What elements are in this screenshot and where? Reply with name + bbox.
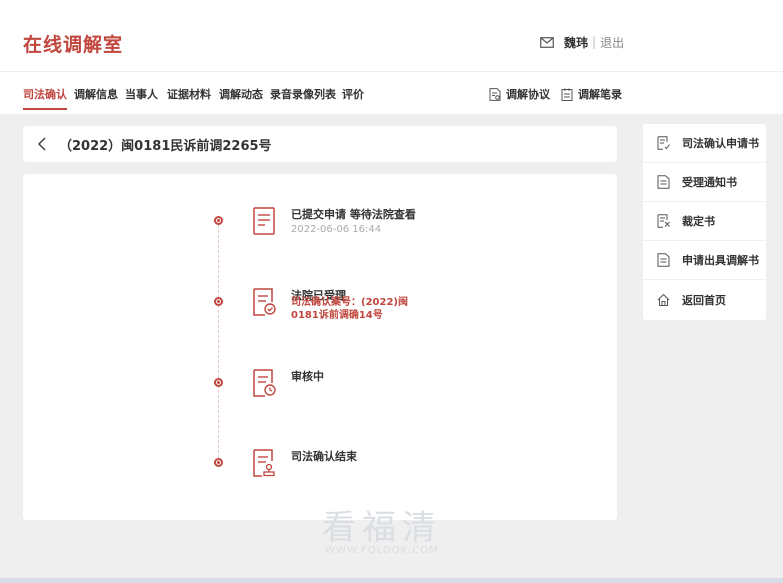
side-item-confirmation-application[interactable]: 司法确认申请书 [643, 124, 766, 163]
side-item-label: 返回首页 [682, 293, 726, 307]
document-check-icon [657, 214, 670, 228]
progress-timeline: 已提交申请 等待法院查看 2022-06-06 16:44 法院已受理 司法确认… [23, 174, 617, 520]
tab-mediation-updates[interactable]: 调解动态 [219, 86, 263, 102]
side-item-label: 受理通知书 [682, 176, 737, 189]
mediation-agreement-button[interactable]: 调解协议 [489, 86, 550, 102]
logout-link[interactable]: 退出 [600, 34, 624, 51]
mail-icon[interactable] [540, 36, 554, 48]
app-title: 在线调解室 [23, 34, 124, 56]
tab-recordings[interactable]: 录音录像列表 [270, 86, 336, 102]
side-item-label: 申请出具调解书 [682, 254, 759, 267]
mediation-transcript-label: 调解笔录 [578, 88, 622, 101]
document-stamp-icon [253, 449, 275, 477]
document-check-icon [253, 288, 276, 316]
mediation-agreement-label: 调解协议 [506, 88, 550, 101]
side-item-return-home[interactable]: 返回首页 [643, 280, 766, 319]
timeline-line [218, 220, 219, 463]
top-header: 在线调解室 魏玮 | 退出 [0, 0, 783, 72]
timeline-dot [214, 458, 223, 467]
side-item-ruling[interactable]: 裁定书 [643, 202, 766, 241]
document-icon [253, 207, 275, 235]
document-clock-icon [253, 369, 276, 397]
user-area: 魏玮 | 退出 [540, 34, 624, 50]
step-title: 司法确认结束 [291, 450, 357, 463]
tab-judicial-confirmation[interactable]: 司法确认 [23, 86, 67, 110]
tab-parties[interactable]: 当事人 [125, 86, 158, 102]
side-item-label: 司法确认申请书 [682, 137, 759, 150]
tab-bar: 司法确认 调解信息 当事人 证据材料 调解动态 录音录像列表 评价 调解协议 调… [0, 72, 783, 114]
timeline-dot [214, 216, 223, 225]
separator: | [592, 35, 597, 49]
mediation-transcript-button[interactable]: 调解笔录 [561, 86, 622, 102]
case-number-title: （2022）闽0181民诉前调2265号 [59, 138, 272, 154]
step-case-number: 司法确认案号：(2022)闽0181诉前调确14号 [291, 296, 421, 322]
agreement-doc-icon [489, 87, 501, 101]
home-icon [657, 293, 670, 306]
step-time: 2022-06-06 16:44 [291, 224, 382, 235]
tab-evidence[interactable]: 证据材料 [167, 86, 211, 102]
timeline-dot [214, 297, 223, 306]
watermark-url: WWW.FQLOOK.COM [325, 545, 439, 556]
document-edit-icon [657, 136, 670, 150]
side-item-acceptance-notice[interactable]: 受理通知书 [643, 163, 766, 202]
transcript-doc-icon [561, 88, 573, 101]
tab-evaluation[interactable]: 评价 [342, 86, 364, 102]
timeline-dot [214, 378, 223, 387]
step-title: 已提交申请 等待法院查看 [291, 208, 416, 221]
side-item-label: 裁定书 [682, 215, 715, 228]
user-name[interactable]: 魏玮 [564, 34, 588, 51]
step-title: 审核中 [291, 370, 324, 383]
document-icon [657, 175, 670, 189]
case-number-label: 司法确认案号： [291, 297, 361, 308]
document-side-menu: 司法确认申请书 受理通知书 裁定书 申请出具调解书 返回首页 [643, 124, 766, 320]
side-item-request-mediation-document[interactable]: 申请出具调解书 [643, 241, 766, 280]
document-icon [657, 253, 670, 267]
back-arrow-icon[interactable] [37, 137, 49, 151]
bottom-strip [0, 578, 783, 583]
case-header: （2022）闽0181民诉前调2265号 [23, 126, 617, 162]
tab-mediation-info[interactable]: 调解信息 [74, 86, 118, 102]
